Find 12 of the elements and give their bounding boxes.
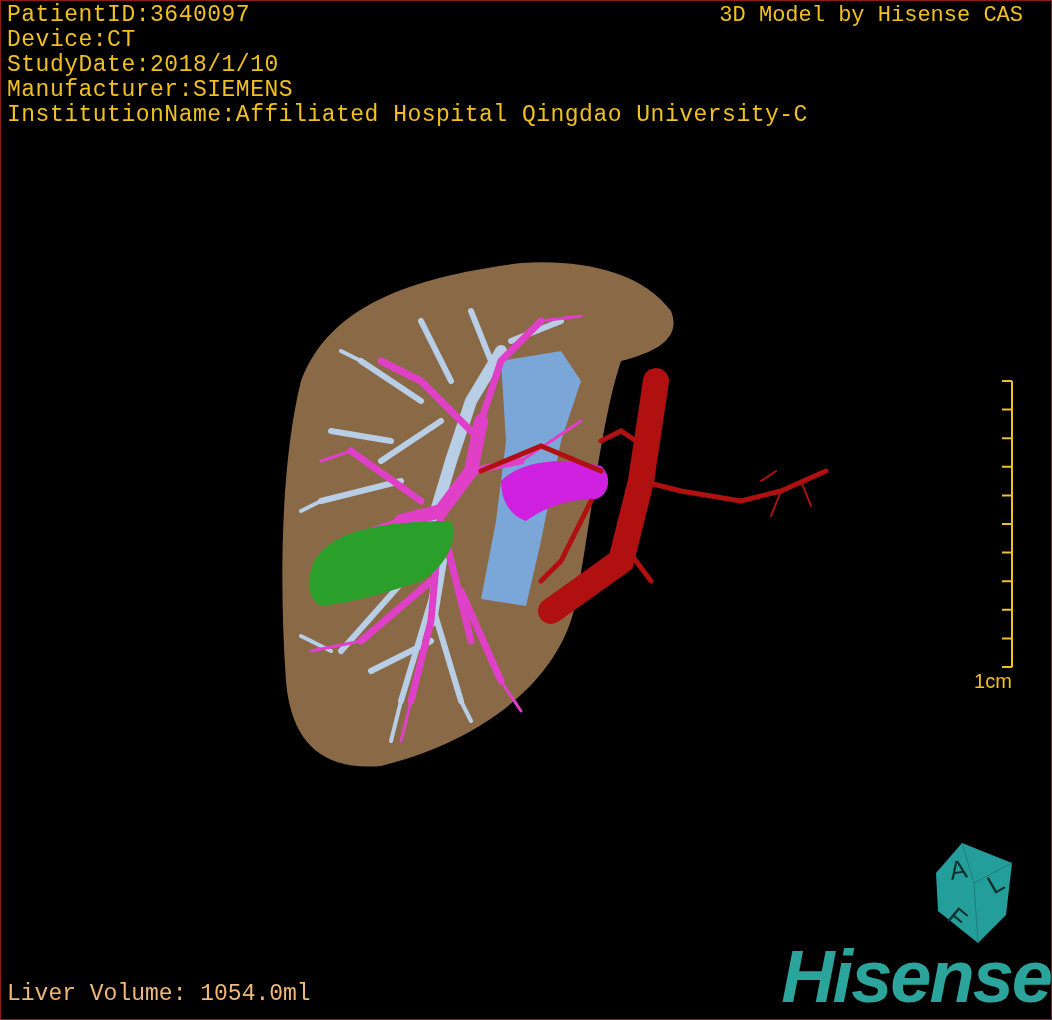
orientation-cube[interactable]: A L F [936, 843, 1012, 943]
patient-info-text: StudyDate:2018/1/10 [7, 53, 279, 78]
cube-face-letter: A [946, 853, 970, 886]
scale-label: 1cm [974, 669, 1012, 693]
brand-caption: 3D Model by Hisense CAS [719, 3, 1023, 28]
cube-face-letter: L [981, 866, 1010, 900]
patient-info-text: Manufacturer:SIEMENS [7, 78, 294, 103]
patient-info-text: InstitutionName:Affiliated Hospital Qingdao University-C [7, 103, 808, 128]
patient-info-text: PatientID:3640097 [7, 3, 251, 28]
liver-volume-text: Liver Volume: 1054.0ml [7, 981, 311, 1007]
patient-info-text: Device:CT [7, 28, 136, 53]
cube-face-letter: F [941, 901, 974, 935]
